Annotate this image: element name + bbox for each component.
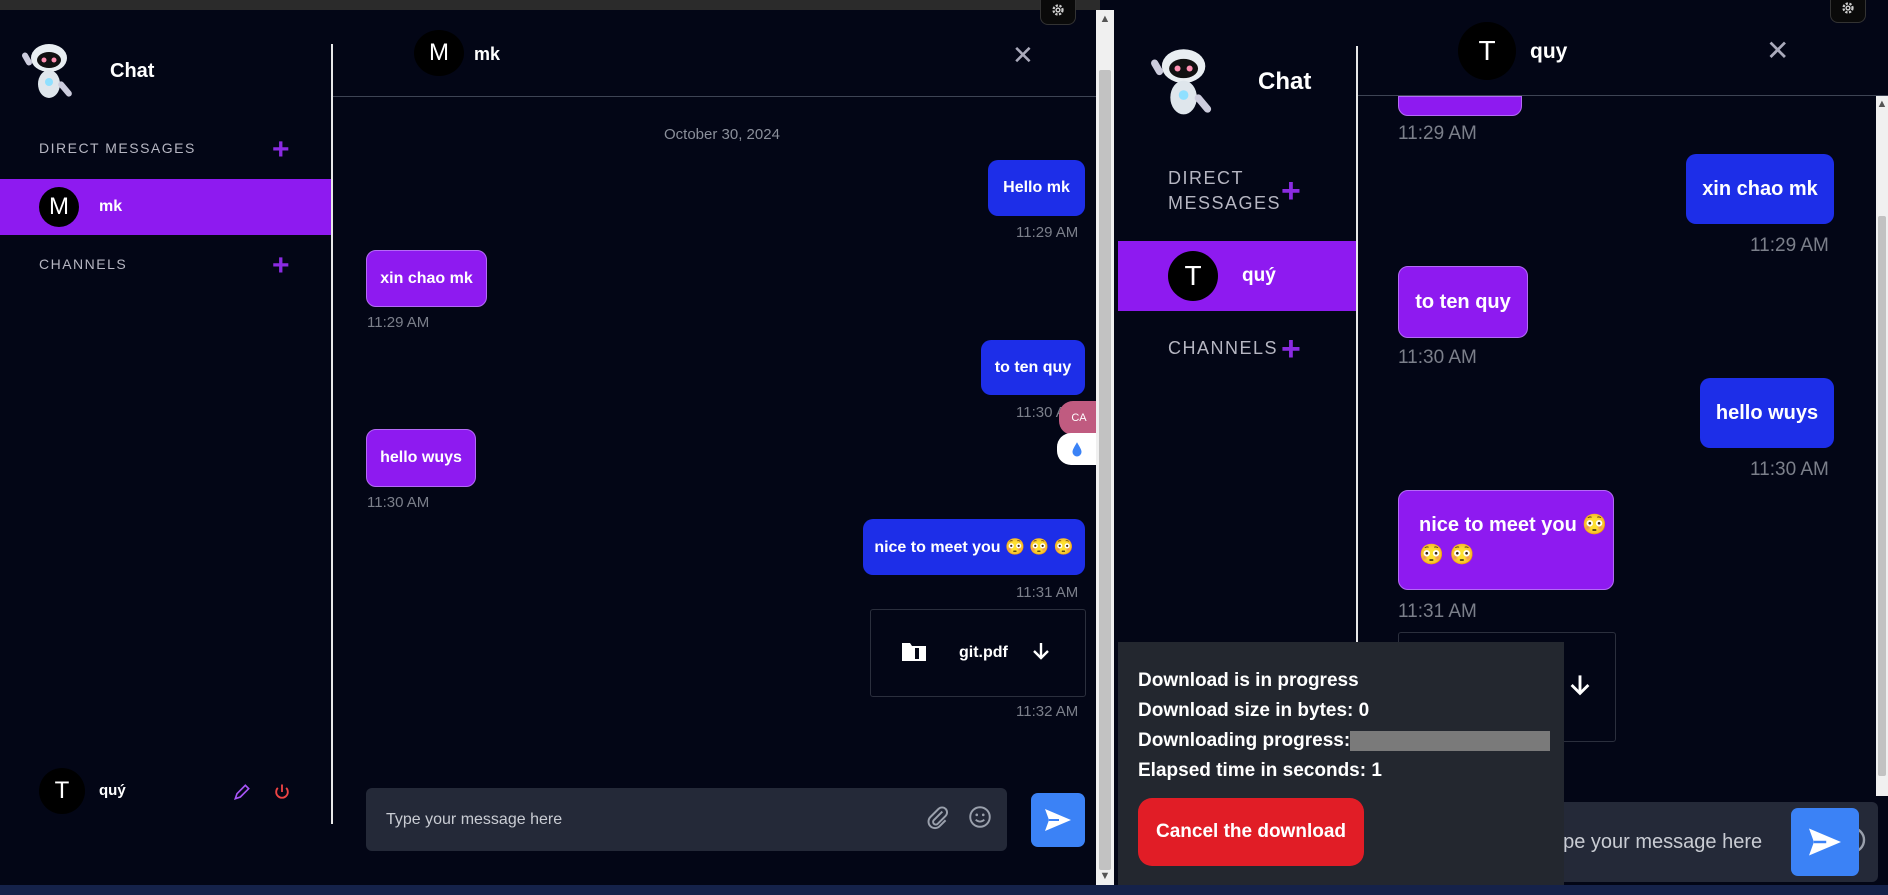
message-input-box[interactable]: Type your message here <box>366 788 1007 851</box>
sidebar-title: Chat <box>1258 68 1312 95</box>
direct-messages-label: DIRECT MESSAGES <box>1168 168 1282 213</box>
download-size: Download size in bytes: 0 <box>1138 700 1370 721</box>
close-chat-icon[interactable]: ✕ <box>1012 40 1034 71</box>
sidebar-item-mk[interactable]: M mk <box>0 179 332 235</box>
channels-label: CHANNELS <box>39 256 128 272</box>
settings-gear-icon[interactable] <box>1830 0 1866 23</box>
message-bubble: hello wuys <box>1700 378 1834 448</box>
add-channel-button[interactable]: + <box>1281 330 1301 369</box>
window-top-strip <box>0 0 1100 10</box>
settings-gear-icon[interactable] <box>1040 0 1076 25</box>
message-bubble: Hello mk <box>988 160 1085 216</box>
message-time: 11:32 AM <box>1016 703 1079 720</box>
close-chat-icon[interactable]: ✕ <box>1766 34 1789 67</box>
chat-header-divider <box>333 96 1097 97</box>
message-time: 11:31 AM <box>1398 601 1477 622</box>
download-progress-row: Downloading progress: <box>1138 726 1564 756</box>
chat-scrollbar[interactable]: ▲ ▼ <box>1096 10 1114 885</box>
chat-header-name: quy <box>1530 40 1568 63</box>
send-button[interactable] <box>1791 808 1859 876</box>
channels-label: CHANNELS <box>1168 338 1279 358</box>
message-time: 11:29 AM <box>1750 235 1829 256</box>
message-time: 11:30 AM <box>1398 347 1477 368</box>
message-time: 11:29 AM <box>367 314 430 331</box>
avatar: T <box>1168 251 1218 301</box>
file-name: git.pdf <box>959 644 1008 661</box>
user-name: quý <box>99 782 126 799</box>
download-progress-panel: Download is in progress Download size in… <box>1118 642 1564 885</box>
taskbar-strip <box>0 885 1888 895</box>
sidebar-divider <box>331 44 333 824</box>
date-divider: October 30, 2024 <box>664 126 780 143</box>
message-input[interactable]: Type your message here <box>1542 831 1792 854</box>
add-channel-button[interactable]: + <box>272 249 290 283</box>
direct-messages-label: DIRECT MESSAGES <box>39 140 196 156</box>
user-avatar: T <box>39 768 85 814</box>
message-time: 11:30 AM <box>1750 459 1829 480</box>
avatar: M <box>39 187 79 227</box>
chat-scrollbar[interactable]: ▲ <box>1876 96 1888 796</box>
robot-logo-icon <box>16 38 86 111</box>
message-input[interactable]: Type your message here <box>386 811 925 829</box>
sidebar-item-quy[interactable]: T quý <box>1118 241 1356 311</box>
message-bubble: xin chao mk <box>366 250 487 307</box>
sidebar-title: Chat <box>110 60 155 82</box>
extension-widget-icon[interactable]: CA <box>1059 401 1099 435</box>
left-chat-window: Chat DIRECT MESSAGES + M mk CHANNELS + T… <box>0 0 1120 885</box>
add-direct-message-button[interactable]: + <box>272 133 290 167</box>
sidebar-divider <box>1356 46 1358 646</box>
message-bubble: hello wuys <box>366 429 476 487</box>
chat-header-name: mk <box>474 44 501 64</box>
message-time: 11:29 AM <box>1016 224 1079 241</box>
message-time: 11:31 AM <box>1016 584 1079 601</box>
cancel-download-button[interactable]: Cancel the download <box>1138 798 1364 866</box>
chat-header-avatar: T <box>1458 22 1516 80</box>
send-button[interactable] <box>1031 793 1085 847</box>
chat-header-avatar: M <box>414 30 464 76</box>
message-bubble <box>1398 96 1522 116</box>
message-bubble: nice to meet you 😳 😳 😳 <box>863 519 1085 575</box>
download-arrow-icon[interactable] <box>1032 641 1050 666</box>
message-bubble: to ten quy <box>1398 266 1528 338</box>
message-time: 11:30 AM <box>367 494 430 511</box>
message-bubble: to ten quy <box>981 340 1085 395</box>
message-time: 11:29 AM <box>1398 123 1477 144</box>
download-progress-label: Downloading progress: <box>1138 730 1351 751</box>
download-elapsed: Elapsed time in seconds: 1 <box>1138 760 1382 781</box>
file-attachment[interactable]: git.pdf <box>870 609 1086 697</box>
logout-power-icon[interactable] <box>272 782 292 807</box>
robot-logo-icon <box>1142 42 1230 129</box>
drop-widget-icon[interactable] <box>1057 433 1097 465</box>
folder-zip-icon <box>901 640 927 667</box>
attach-paperclip-icon[interactable] <box>925 804 951 835</box>
download-status: Download is in progress <box>1138 670 1359 691</box>
download-progress-bar <box>1350 730 1551 751</box>
add-direct-message-button[interactable]: + <box>1281 172 1301 211</box>
message-bubble: xin chao mk <box>1686 154 1834 224</box>
message-bubble: nice to meet you 😳 😳 😳 <box>1398 490 1614 590</box>
sidebar-item-label: mk <box>99 198 123 215</box>
download-arrow-icon[interactable] <box>1569 673 1591 702</box>
edit-profile-pencil-icon[interactable] <box>232 782 252 807</box>
sticker-emoji-icon[interactable] <box>967 804 993 835</box>
sidebar-item-label: quý <box>1242 265 1276 286</box>
right-chat-window: Chat DIRECT MESSAGES + T quý CHANNELS + … <box>1118 0 1888 885</box>
